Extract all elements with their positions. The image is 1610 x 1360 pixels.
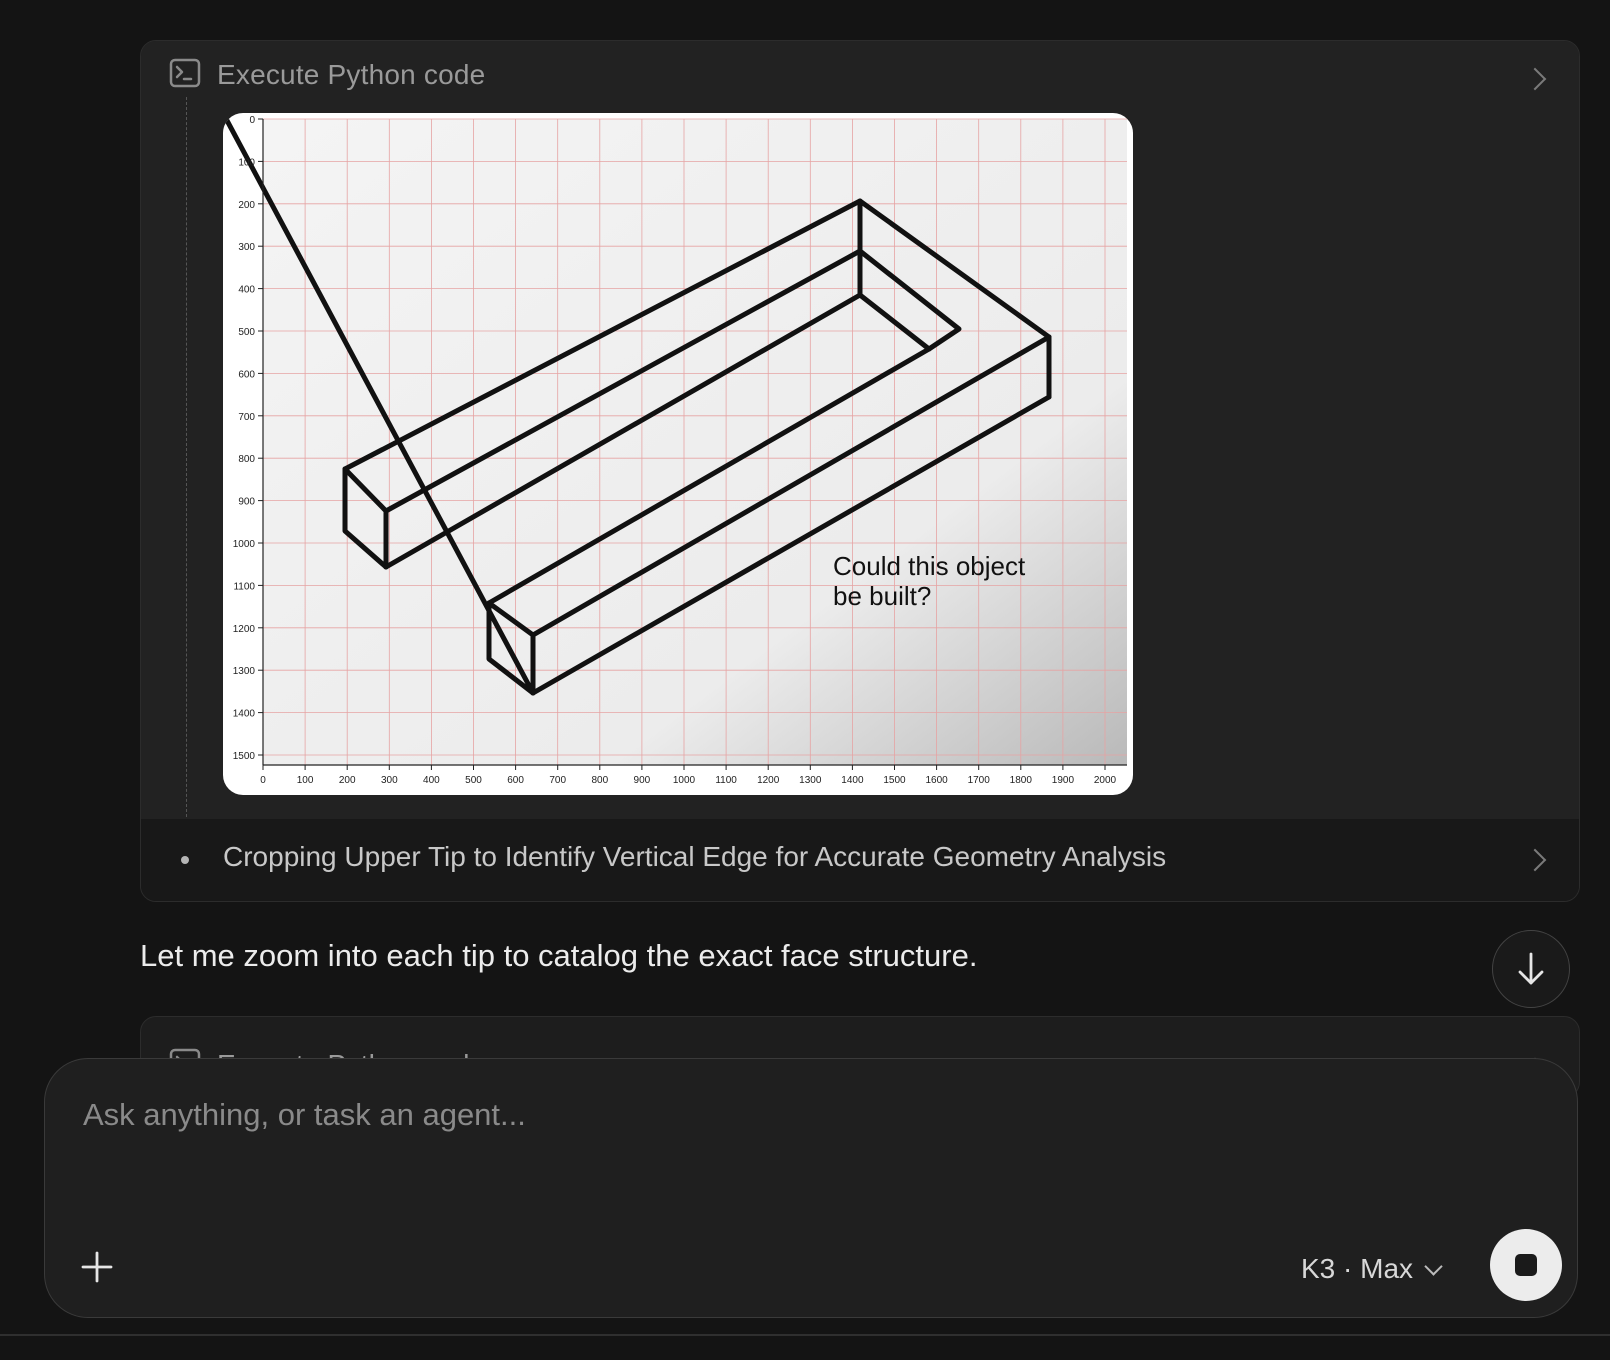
model-label: K3 · Max (1301, 1253, 1414, 1284)
prompt-input[interactable] (81, 1089, 1185, 1141)
tool-call-expanded: Execute Python code Could this object be… (141, 41, 1579, 827)
x-tick-label: 2000 (1094, 775, 1117, 786)
y-tick-label: 600 (238, 369, 255, 380)
x-tick-label: 1100 (715, 775, 737, 786)
tool-call-label: Execute Python code (217, 59, 486, 90)
x-tick-label: 1000 (673, 775, 696, 786)
y-tick-label: 0 (249, 115, 255, 126)
y-tick-label: 500 (238, 327, 255, 338)
y-tick-label: 1100 (233, 581, 255, 592)
arrow-down-icon (1518, 952, 1544, 985)
x-tick-label: 0 (260, 775, 266, 786)
y-tick-label: 400 (238, 285, 255, 296)
step-bullet (181, 856, 189, 864)
step-item[interactable]: Cropping Upper Tip to Identify Vertical … (141, 819, 1579, 901)
y-tick-label: 100 (238, 157, 255, 168)
x-tick-label: 1200 (757, 775, 780, 786)
x-tick-label: 300 (381, 775, 398, 786)
y-tick-label: 1400 (233, 709, 256, 720)
y-tick-label: 800 (238, 454, 255, 465)
y-tick-label: 700 (238, 412, 255, 423)
x-tick-label: 1300 (799, 775, 822, 786)
terminal-icon (169, 58, 201, 93)
x-tick-label: 700 (549, 775, 566, 786)
y-axis-ticks: 0 100 200 300 400 500 600 700 800 900 1000 1100 1200… (233, 115, 263, 762)
scroll-to-bottom-button[interactable] (1492, 930, 1570, 1008)
plot-image: Could this object be built? 0 100 200 300 40… (223, 113, 1133, 795)
add-attachment-button[interactable] (75, 1245, 119, 1289)
y-tick-label: 1300 (233, 666, 256, 677)
timeline-connector (186, 97, 187, 827)
x-tick-label: 200 (339, 775, 356, 786)
stop-icon (1515, 1254, 1537, 1276)
composer: K3 · Max (44, 1058, 1578, 1318)
chevron-down-icon (1424, 1256, 1443, 1276)
x-tick-label: 1400 (841, 775, 864, 786)
x-tick-label: 100 (297, 775, 314, 786)
x-tick-label: 1800 (1010, 775, 1033, 786)
tool-call-card: Execute Python code Could this object be… (140, 40, 1580, 902)
x-tick-label: 600 (507, 775, 524, 786)
y-tick-label: 1500 (233, 751, 256, 762)
grid-overlay-plot: Could this object be built? 0 100 200 300 40… (223, 113, 1127, 786)
x-tick-label: 800 (591, 775, 608, 786)
chevron-right-icon[interactable] (1523, 848, 1547, 872)
bottom-edge (0, 1334, 1610, 1360)
plus-icon (81, 1251, 113, 1283)
x-tick-label: 400 (423, 775, 440, 786)
chevron-right-icon[interactable] (1523, 67, 1547, 91)
caption-line-1: Could this object (833, 551, 1026, 581)
y-tick-label: 900 (238, 497, 255, 508)
x-tick-label: 1500 (883, 775, 906, 786)
assistant-message: Let me zoom into each tip to catalog the… (140, 938, 978, 973)
x-tick-label: 1700 (968, 775, 991, 786)
x-axis-ticks: 0 100 200 300 400 500 600 700 800 900 1000 1100 1200… (260, 765, 1117, 786)
caption-line-2: be built? (833, 581, 931, 611)
x-tick-label: 1900 (1052, 775, 1075, 786)
y-tick-label: 200 (238, 200, 255, 211)
y-tick-label: 1200 (233, 624, 256, 635)
y-tick-label: 300 (238, 242, 255, 253)
step-label: Cropping Upper Tip to Identify Vertical … (223, 841, 1167, 872)
tool-call-header[interactable]: Execute Python code (169, 49, 485, 101)
x-tick-label: 900 (634, 775, 651, 786)
x-tick-label: 1600 (925, 775, 948, 786)
y-tick-label: 1000 (233, 539, 256, 550)
x-tick-label: 500 (465, 775, 482, 786)
stop-generation-button[interactable] (1490, 1229, 1562, 1301)
model-selector[interactable]: K3 · Max (1301, 1249, 1443, 1289)
